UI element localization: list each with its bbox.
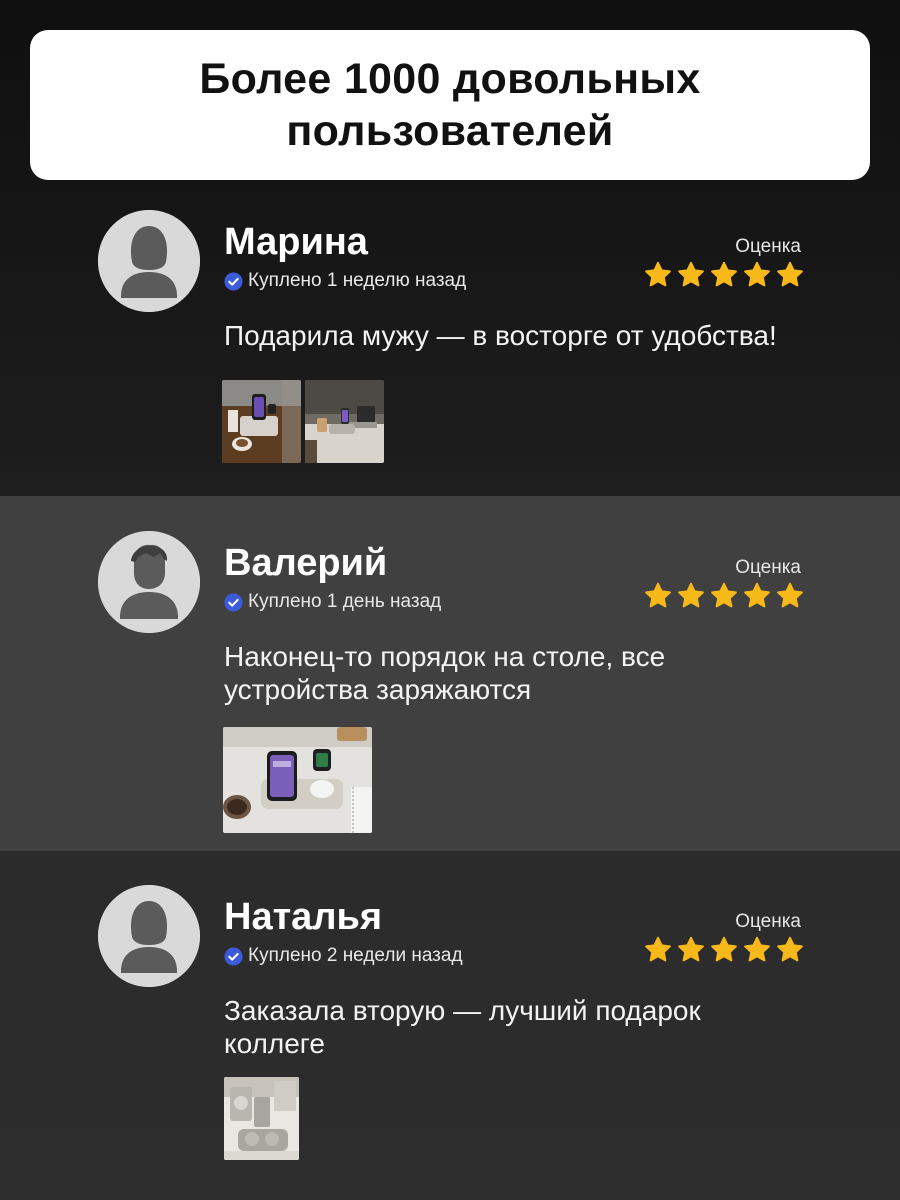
page-title: Более 1000 довольных пользователей	[199, 55, 701, 155]
rating-label: Оценка	[735, 911, 801, 932]
star-icon	[709, 935, 739, 965]
review-photo[interactable]	[222, 380, 301, 463]
verified-check-icon	[224, 272, 243, 291]
review-text: Заказала вторую — лучший подарок коллеге	[224, 995, 701, 1059]
star-icon	[676, 581, 706, 611]
star-icon	[676, 260, 706, 290]
review-photo[interactable]	[223, 727, 372, 833]
star-icon	[775, 260, 805, 290]
purchase-info: Куплено 1 день назад	[224, 590, 441, 614]
verified-check-icon	[224, 593, 243, 612]
header-banner: Более 1000 довольных пользователей	[30, 30, 870, 180]
star-icon	[643, 935, 673, 965]
review-photo[interactable]	[224, 1077, 299, 1160]
star-icon	[775, 935, 805, 965]
female-avatar-icon	[98, 885, 200, 987]
star-icon	[742, 260, 772, 290]
purchase-info: Куплено 1 неделю назад	[224, 269, 466, 293]
star-icon	[709, 260, 739, 290]
rating-label: Оценка	[735, 557, 801, 578]
review-text: Наконец-то порядок на столе, все устройс…	[224, 641, 666, 705]
star-icon	[643, 581, 673, 611]
star-rating	[643, 935, 805, 965]
reviewer-name: Марина	[224, 221, 368, 263]
purchase-text: Куплено 1 неделю назад	[248, 270, 467, 291]
star-icon	[676, 935, 706, 965]
purchase-text: Куплено 2 недели назад	[248, 945, 463, 966]
reviewer-name: Валерий	[224, 542, 388, 584]
star-icon	[742, 581, 772, 611]
review-photo[interactable]	[305, 380, 384, 463]
purchase-text: Куплено 1 день назад	[248, 591, 442, 612]
verified-check-icon	[224, 947, 243, 966]
female-avatar-icon	[98, 210, 200, 312]
star-rating	[643, 260, 805, 290]
review-text: Подарила мужу — в восторге от удобства!	[224, 320, 777, 351]
star-rating	[643, 581, 805, 611]
male-avatar-icon	[98, 531, 200, 633]
star-icon	[709, 581, 739, 611]
purchase-info: Куплено 2 недели назад	[224, 944, 463, 968]
star-icon	[775, 581, 805, 611]
star-icon	[742, 935, 772, 965]
reviewer-name: Наталья	[224, 896, 382, 938]
star-icon	[643, 260, 673, 290]
rating-label: Оценка	[735, 236, 801, 257]
